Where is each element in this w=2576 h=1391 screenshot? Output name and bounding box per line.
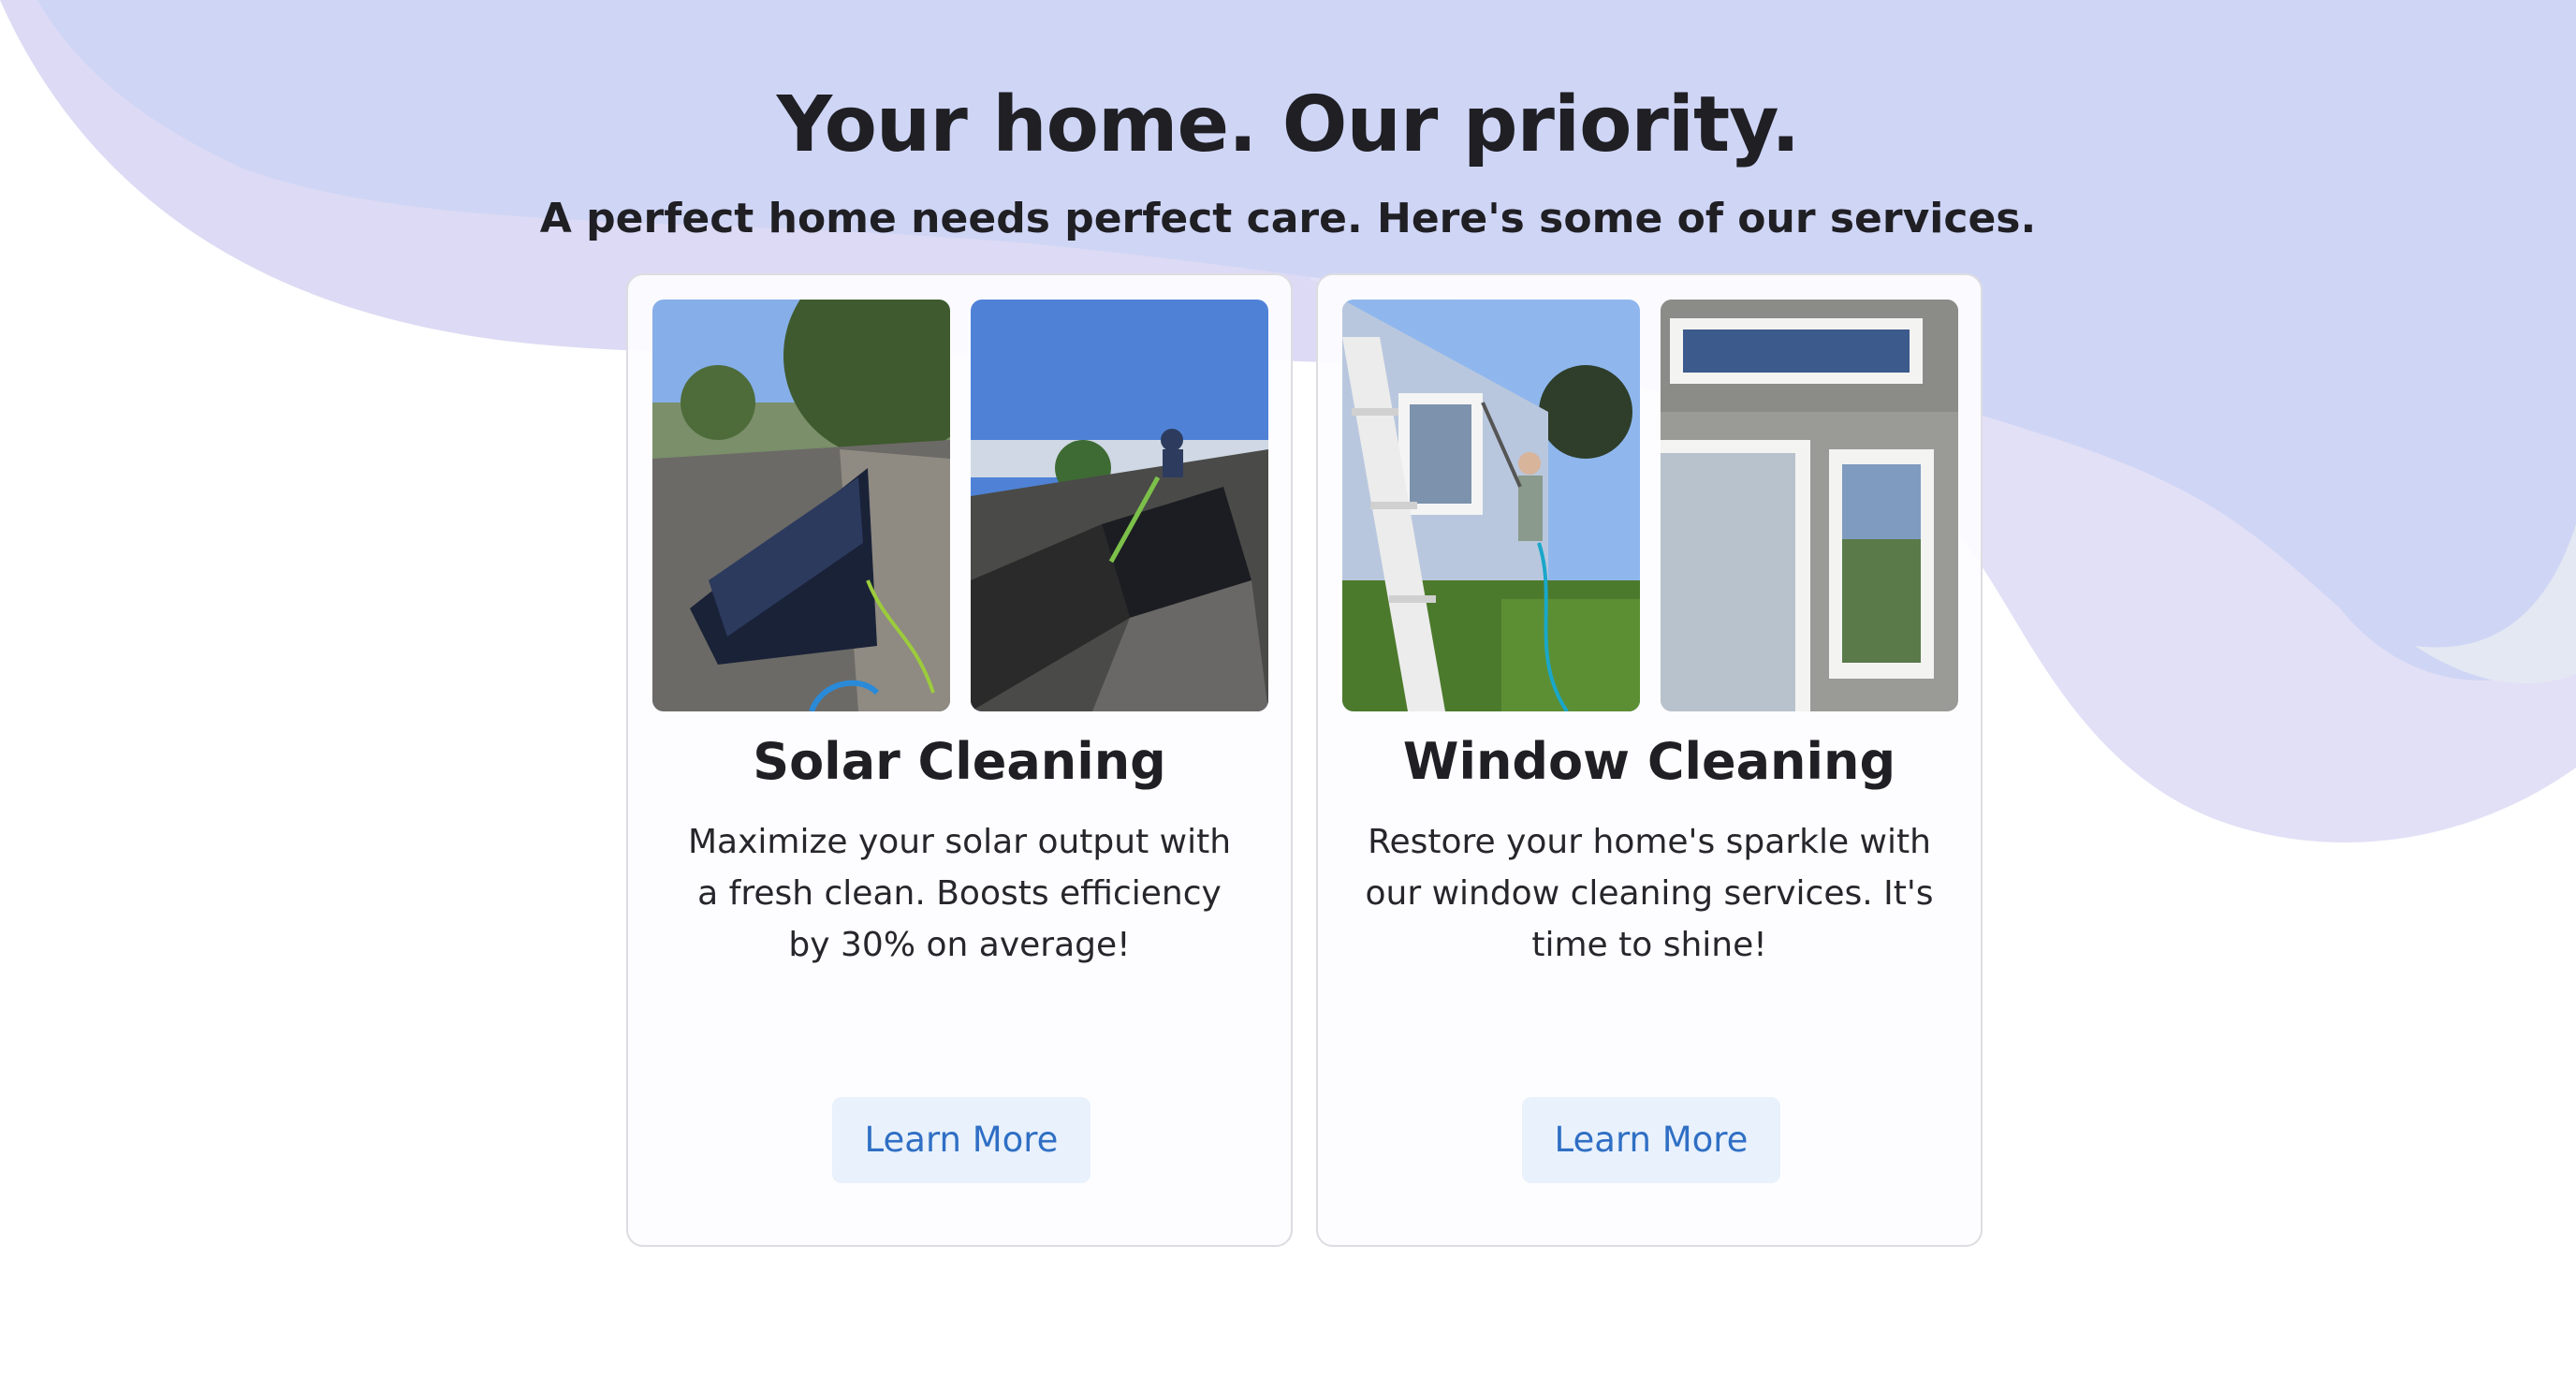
- page-subtitle: A perfect home needs perfect care. Here'…: [539, 195, 2037, 242]
- service-card-window: Window Cleaning Restore your home's spar…: [1316, 273, 1983, 1247]
- service-title: Solar Cleaning: [753, 732, 1166, 791]
- window-washing-worker-photo: [1342, 300, 1640, 711]
- page-title: Your home. Our priority.: [776, 81, 1801, 169]
- clean-windows-photo: [1661, 300, 1958, 711]
- page: Your home. Our priority. A perfect home …: [0, 0, 2576, 1391]
- service-card-solar: Solar Cleaning Maximize your solar outpu…: [626, 273, 1293, 1247]
- service-description: Maximize your solar output with a fresh …: [687, 823, 1232, 964]
- service-title: Window Cleaning: [1402, 732, 1896, 791]
- learn-more-button[interactable]: Learn More: [832, 1097, 1090, 1183]
- roof-cleaning-worker-photo: [971, 300, 1268, 711]
- learn-more-button[interactable]: Learn More: [1522, 1097, 1780, 1183]
- service-description: Restore your home's sparkle with our win…: [1365, 823, 1934, 964]
- solar-panels-roof-photo: [652, 300, 950, 711]
